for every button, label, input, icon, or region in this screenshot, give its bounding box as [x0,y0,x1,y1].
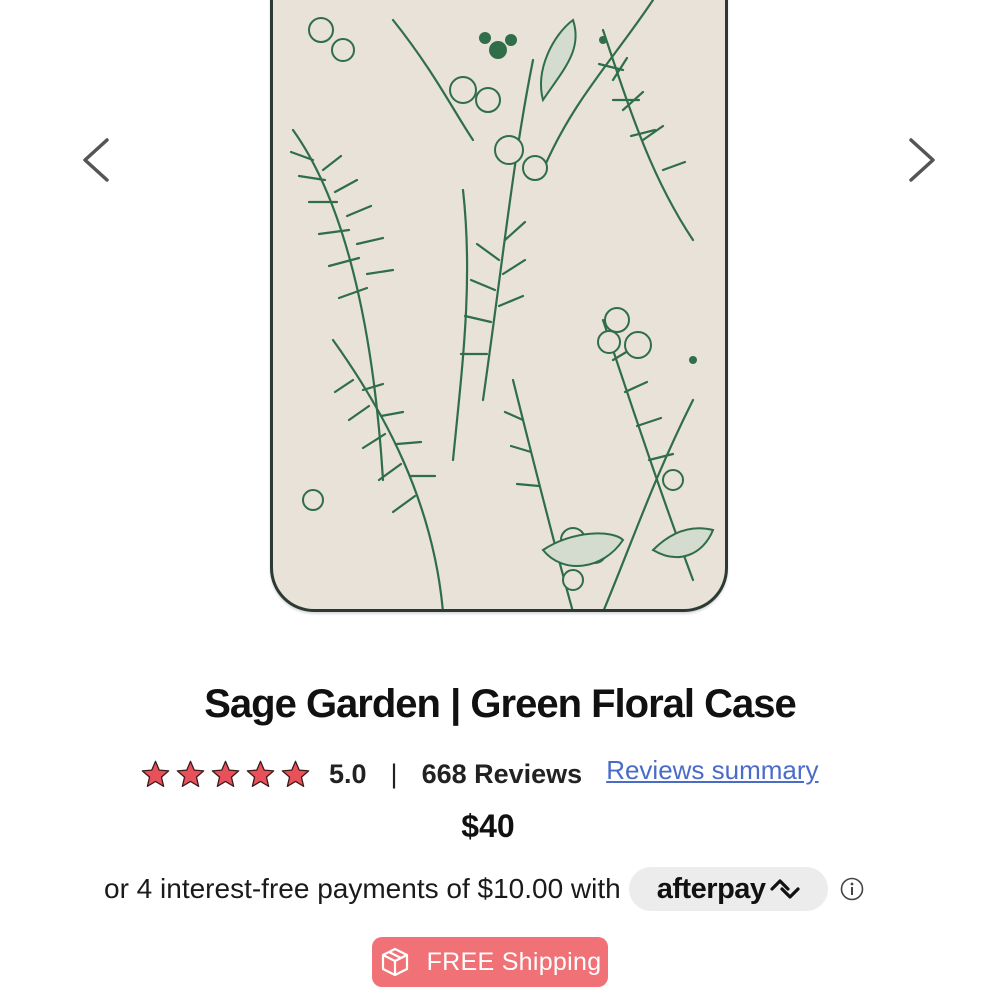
rating-row: 5.0 | 668 Reviews Reviews summary [140,752,819,796]
rating-separator: | [390,758,398,789]
star-rating [140,759,311,790]
info-icon[interactable] [840,877,864,901]
product-title: Sage Garden | Green Floral Case [204,682,797,726]
installments-row: or 4 interest-free payments of $10.00 wi… [104,866,864,912]
rating-value: 5.0 [329,758,367,789]
afterpay-badge[interactable]: afterpay [628,867,828,911]
gallery-next-button[interactable] [892,128,952,192]
chevron-right-icon [909,138,935,182]
chevron-left-icon [83,138,109,182]
star-icon [281,760,310,787]
product-page: Sage Garden | Green Floral Case 5.0 | 66… [0,0,1000,1000]
star-icon [211,760,240,787]
box-icon [381,947,408,977]
reviews-summary-link[interactable]: Reviews summary [606,755,818,786]
product-image [270,0,728,612]
product-image-gallery[interactable] [0,0,1000,640]
free-shipping-badge: FREE Shipping [372,937,608,987]
afterpay-logo-text: afterpay [656,872,766,905]
star-icon [246,760,275,787]
installments-text: or 4 interest-free payments of $10.00 wi… [104,873,621,904]
product-price: $40 [461,808,515,844]
review-count: 668 Reviews [421,758,583,789]
star-icon [176,760,205,787]
gallery-prev-button[interactable] [66,128,126,192]
free-shipping-label: FREE Shipping [426,947,602,976]
afterpay-arrows-icon [769,879,800,899]
star-icon [141,760,170,787]
